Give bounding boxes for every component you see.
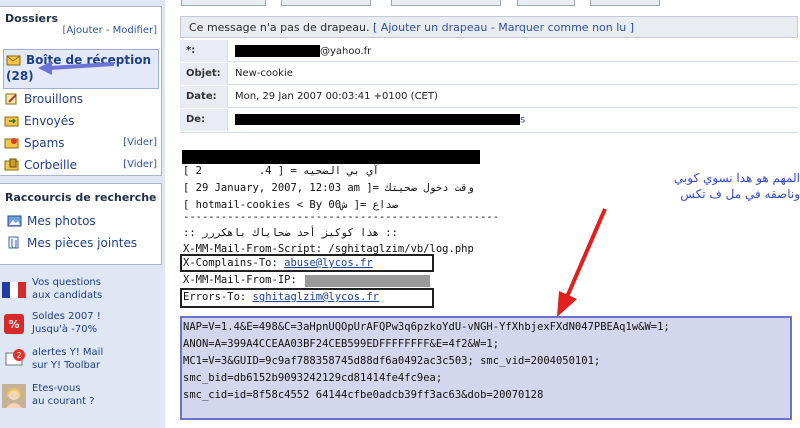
flag-icon <box>2 278 26 302</box>
header-from-label: De: <box>180 109 228 131</box>
folder-sent-label: Envoyés <box>24 114 75 128</box>
folder-drafts[interactable]: Brouillons <box>4 92 83 106</box>
flag-links[interactable]: [ Ajouter un drapeau - Marquer comme non… <box>373 21 634 34</box>
cookie-line: smc_cid=id=8f58c4552 64144cfbe0adcb39ff3… <box>183 389 544 401</box>
shortcut-photos-label: Mes photos <box>27 214 96 228</box>
folders-title: Dossiers <box>5 12 58 25</box>
annotation-blue-arrow <box>38 61 115 75</box>
complains-link[interactable]: abuse@lycos.fr <box>284 257 373 269</box>
promo-candidats-line1: Vos questions <box>32 277 101 288</box>
shortcut-attachments-label: Mes pièces jointes <box>27 236 138 250</box>
empty-trash-button[interactable]: [Vider] <box>123 159 157 170</box>
empty-spam-button[interactable]: [Vider] <box>123 137 157 148</box>
promo-courant-line1: Etes-vous <box>32 383 81 394</box>
modify-folder-link[interactable]: Modifier <box>113 25 153 36</box>
folders-panel: Dossiers [Ajouter - Modifier] Boîte de r… <box>0 6 162 176</box>
header-to: *: @yahoo.fr <box>180 40 798 62</box>
folder-trash-label: Corbeille <box>24 158 78 172</box>
inbox-icon <box>6 53 21 66</box>
annotation-text: المهم هو هدا نسوي كوبي وناصقه في مل ف تك… <box>590 170 800 202</box>
annotation-red-arrow <box>557 208 607 317</box>
alert-icon: 2 <box>2 348 26 372</box>
body-line-errors: Errors-To: sghitaglzim@lycos.fr <box>183 291 379 303</box>
cookie-line: NAP=V=1.4&E=498&C=3aHpnUQOpUrAFQPw3q6pzk… <box>183 321 670 333</box>
body-line-ip: [ 2 .4 ] = آي بي الضحيه <box>183 165 379 177</box>
header-date-value: Mon, 29 Jan 2007 00:03:41 +0100 (CET) <box>235 91 438 102</box>
redaction-bar <box>305 275 430 287</box>
redaction-bar <box>182 150 480 164</box>
body-line-complains: X-Complains-To: abuse@lycos.fr <box>183 257 373 269</box>
cookie-line: ANON=A=399A4CCEAA03BF24CEB599EDFFFFFFFF&… <box>183 338 500 350</box>
promo-alertes-line1: alertes Y! Mail <box>32 347 104 358</box>
folder-spam[interactable]: Spams <box>4 136 65 150</box>
shortcuts-panel: Raccourcis de recherche Mes photos Mes p… <box>0 183 162 265</box>
body-line-by: [ hotmail-cookies < By 00ش ]= صداع <box>183 199 398 211</box>
promo-alertes-line2: sur Y! Toolbar <box>32 360 101 371</box>
header-to-label: *: <box>180 40 228 62</box>
promo-candidats-line2: aux candidats <box>32 290 103 301</box>
promo-courant-line2: au courant ? <box>32 396 95 407</box>
header-from: De: s <box>180 109 798 133</box>
promo-soldes-line2: Jusqu'à -70% <box>32 324 98 335</box>
toolbar-button-5[interactable] <box>590 0 660 6</box>
avatar-icon <box>2 384 26 408</box>
shortcut-attachments[interactable]: Mes pièces jointes <box>7 236 137 250</box>
photo-icon <box>7 214 22 227</box>
header-subject-value: New-cookie <box>235 68 293 79</box>
shortcut-photos[interactable]: Mes photos <box>7 214 96 228</box>
trash-icon <box>4 158 19 171</box>
folders-actions: [Ajouter - Modifier] <box>62 25 157 36</box>
header-to-value: @yahoo.fr <box>320 46 372 57</box>
cookie-line: smc_bid=db6152b9093242129cd81414fe4fc9ea… <box>183 372 443 384</box>
header-date-label: Date: <box>180 86 228 108</box>
header-subject-label: Objet: <box>180 63 228 85</box>
header-date: Date: Mon, 29 Jan 2007 00:03:41 +0100 (C… <box>180 86 798 108</box>
header-from-value: s <box>520 114 526 126</box>
header-subject: Objet: New-cookie <box>180 63 798 85</box>
folder-drafts-label: Brouillons <box>24 92 84 106</box>
annotation-line-1: المهم هو هدا نسوي كوبي <box>673 171 800 185</box>
redaction-bar <box>235 45 320 57</box>
folder-sent[interactable]: Envoyés <box>4 114 74 128</box>
body-line-time: [ 29 January, 2007, 12:03 am ]= وقت دخول… <box>183 182 474 194</box>
promo-soldes-line1: Soldes 2007 ! <box>32 311 101 322</box>
toolbar-button-2[interactable] <box>281 0 371 6</box>
svg-text:%: % <box>8 318 19 331</box>
svg-text:2: 2 <box>16 351 21 360</box>
cookie-line: MC1=V=3&GUID=9c9af788358745d88df6a0492ac… <box>183 355 601 367</box>
message-toolbar <box>177 0 800 8</box>
toolbar-button-4[interactable] <box>517 0 575 6</box>
flag-status: Ce message n'a pas de drapeau. <box>189 21 370 34</box>
body-line-divider: ----------------------------------------… <box>183 211 500 223</box>
folder-trash[interactable]: Corbeille <box>4 158 77 172</box>
errors-link[interactable]: sghitaglzim@lycos.fr <box>253 291 379 303</box>
attachment-icon <box>7 236 22 249</box>
percent-icon: % <box>2 312 26 336</box>
toolbar-button-3[interactable] <box>391 0 501 6</box>
shortcuts-title: Raccourcis de recherche <box>5 191 157 204</box>
flag-bar: Ce message n'a pas de drapeau. [ Ajouter… <box>180 16 798 38</box>
draft-icon <box>4 92 19 105</box>
body-line-arabic: :: هذا كوكيز أحد ضحاياك باهكررر :: <box>183 227 398 239</box>
folder-spam-label: Spams <box>24 136 65 150</box>
add-folder-link[interactable]: Ajouter <box>66 25 102 36</box>
spam-icon <box>4 136 19 149</box>
sent-icon <box>4 114 19 127</box>
body-line-from-ip: X-MM-Mail-From-IP: <box>183 274 304 286</box>
toolbar-button-1[interactable] <box>181 0 266 6</box>
annotation-line-2: وناصقه في مل ف تكس <box>680 187 800 201</box>
redaction-bar <box>235 114 520 125</box>
